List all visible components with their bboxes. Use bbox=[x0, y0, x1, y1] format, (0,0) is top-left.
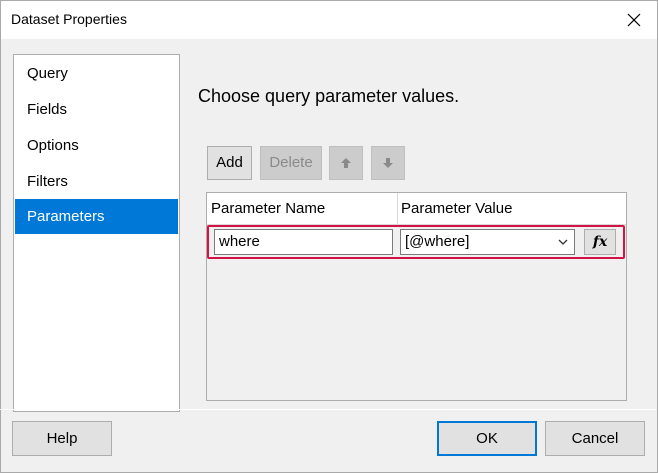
add-button[interactable]: Add bbox=[207, 146, 252, 180]
chevron-down-icon bbox=[558, 239, 568, 245]
column-header-parameter-name: Parameter Name bbox=[211, 200, 326, 217]
title-bar: Dataset Properties bbox=[1, 1, 657, 39]
parameter-value-select[interactable]: [@where] bbox=[400, 229, 575, 255]
delete-button[interactable]: Delete bbox=[260, 146, 322, 180]
parameters-grid: Parameter Name Parameter Value bbox=[206, 192, 627, 401]
arrow-down-icon bbox=[383, 158, 393, 168]
fx-icon: fx bbox=[592, 234, 608, 250]
page-title: Choose query parameter values. bbox=[198, 86, 460, 106]
arrow-up-icon bbox=[341, 158, 351, 168]
cancel-button[interactable]: Cancel bbox=[545, 421, 645, 456]
expression-button[interactable]: fx bbox=[584, 229, 616, 255]
close-button[interactable] bbox=[611, 1, 657, 39]
sidebar-item-fields[interactable]: Fields bbox=[15, 92, 178, 127]
sidebar-item-query[interactable]: Query bbox=[15, 56, 178, 91]
move-up-button[interactable] bbox=[329, 146, 363, 180]
column-header-parameter-value: Parameter Value bbox=[401, 200, 513, 217]
parameter-value-text: [@where] bbox=[405, 233, 470, 250]
sidebar-item-filters[interactable]: Filters bbox=[15, 164, 178, 199]
footer-divider bbox=[0, 409, 656, 410]
move-down-button[interactable] bbox=[371, 146, 405, 180]
sidebar-item-options[interactable]: Options bbox=[15, 128, 178, 163]
dialog-title: Dataset Properties bbox=[11, 11, 127, 27]
close-icon bbox=[627, 13, 641, 27]
grid-header: Parameter Name Parameter Value bbox=[207, 193, 626, 225]
ok-button[interactable]: OK bbox=[437, 421, 537, 456]
sidebar-item-parameters[interactable]: Parameters bbox=[15, 199, 178, 234]
help-button[interactable]: Help bbox=[12, 421, 112, 456]
parameter-name-input[interactable]: where bbox=[214, 229, 393, 255]
sidebar: Query Fields Options Filters Parameters bbox=[13, 54, 180, 412]
